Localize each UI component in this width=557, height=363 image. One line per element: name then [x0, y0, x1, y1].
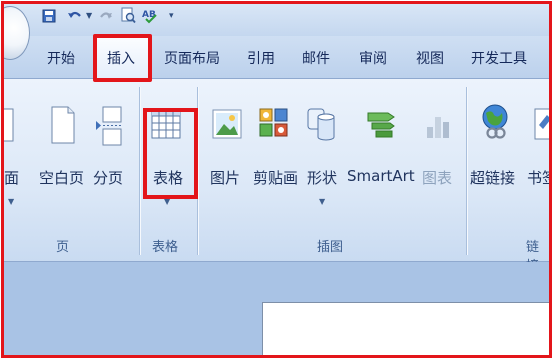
picture-icon[interactable] — [212, 109, 242, 139]
bookmark-label[interactable]: 书签 — [527, 167, 549, 188]
title-bar: ▼ AB ▾ — [4, 4, 549, 60]
page-break-label[interactable]: 分页 — [93, 167, 123, 188]
cover-page-arrow-icon[interactable]: ▼ — [8, 197, 14, 206]
undo-icon[interactable] — [66, 8, 84, 24]
tab-home[interactable]: 开始 — [47, 48, 75, 68]
blank-page-icon[interactable] — [50, 105, 76, 145]
clip-art-icon[interactable] — [258, 107, 290, 139]
window-frame: ▼ AB ▾ 开始 页面布局 引用 邮件 审阅 视图 开发工具 插入 面 ▼ 空… — [1, 1, 552, 358]
group-label-tables: 表格 — [152, 240, 179, 255]
table-button-highlight — [143, 108, 198, 199]
chart-label: 图表 — [422, 169, 453, 187]
tab-developer[interactable]: 开发工具 — [471, 48, 527, 68]
save-icon[interactable] — [42, 9, 56, 23]
chart-icon[interactable] — [425, 111, 451, 139]
cover-page-label[interactable]: 面 — [4, 167, 19, 188]
bookmark-icon[interactable] — [531, 107, 552, 141]
customize-arrow-icon[interactable]: ▾ — [169, 7, 174, 25]
tab-view[interactable]: 视图 — [416, 48, 444, 68]
hyperlink-label[interactable]: 超链接 — [470, 167, 515, 188]
cover-page-icon[interactable] — [2, 107, 16, 143]
undo-dropdown-icon[interactable]: ▼ — [86, 7, 92, 25]
shapes-arrow-icon[interactable]: ▼ — [319, 197, 325, 206]
picture-label[interactable]: 图片 — [210, 167, 240, 188]
ribbon-insert: 面 ▼ 空白页 分页 页 表格 ▼ 表格 图片 剪贴画 形状 ▼ SmartAr… — [2, 79, 552, 274]
group-label-illustrations: 插图 — [317, 240, 344, 255]
shapes-label[interactable]: 形状 — [307, 167, 337, 188]
clip-art-label[interactable]: 剪贴画 — [253, 167, 298, 188]
document-page[interactable] — [262, 302, 549, 355]
smartart-icon[interactable] — [366, 109, 396, 139]
tab-insert[interactable]: 插入 — [93, 34, 152, 82]
smartart-label[interactable]: SmartArt — [347, 167, 415, 185]
tab-review[interactable]: 审阅 — [359, 48, 387, 68]
tab-insert-label: 插入 — [107, 51, 135, 67]
group-label-pages: 页 — [56, 240, 70, 255]
page-break-icon[interactable] — [95, 105, 125, 147]
print-preview-icon[interactable] — [120, 7, 136, 24]
spelling-icon[interactable]: AB — [141, 7, 159, 24]
hyperlink-icon[interactable] — [480, 103, 514, 143]
tab-page-layout[interactable]: 页面布局 — [164, 48, 220, 68]
shapes-icon[interactable] — [306, 105, 338, 143]
redo-icon[interactable] — [98, 8, 114, 24]
blank-page-label[interactable]: 空白页 — [39, 167, 84, 188]
tab-references[interactable]: 引用 — [247, 48, 275, 68]
tab-mailings[interactable]: 邮件 — [302, 48, 330, 68]
ribbon-tab-row: 开始 页面布局 引用 邮件 审阅 视图 开发工具 — [4, 36, 549, 79]
